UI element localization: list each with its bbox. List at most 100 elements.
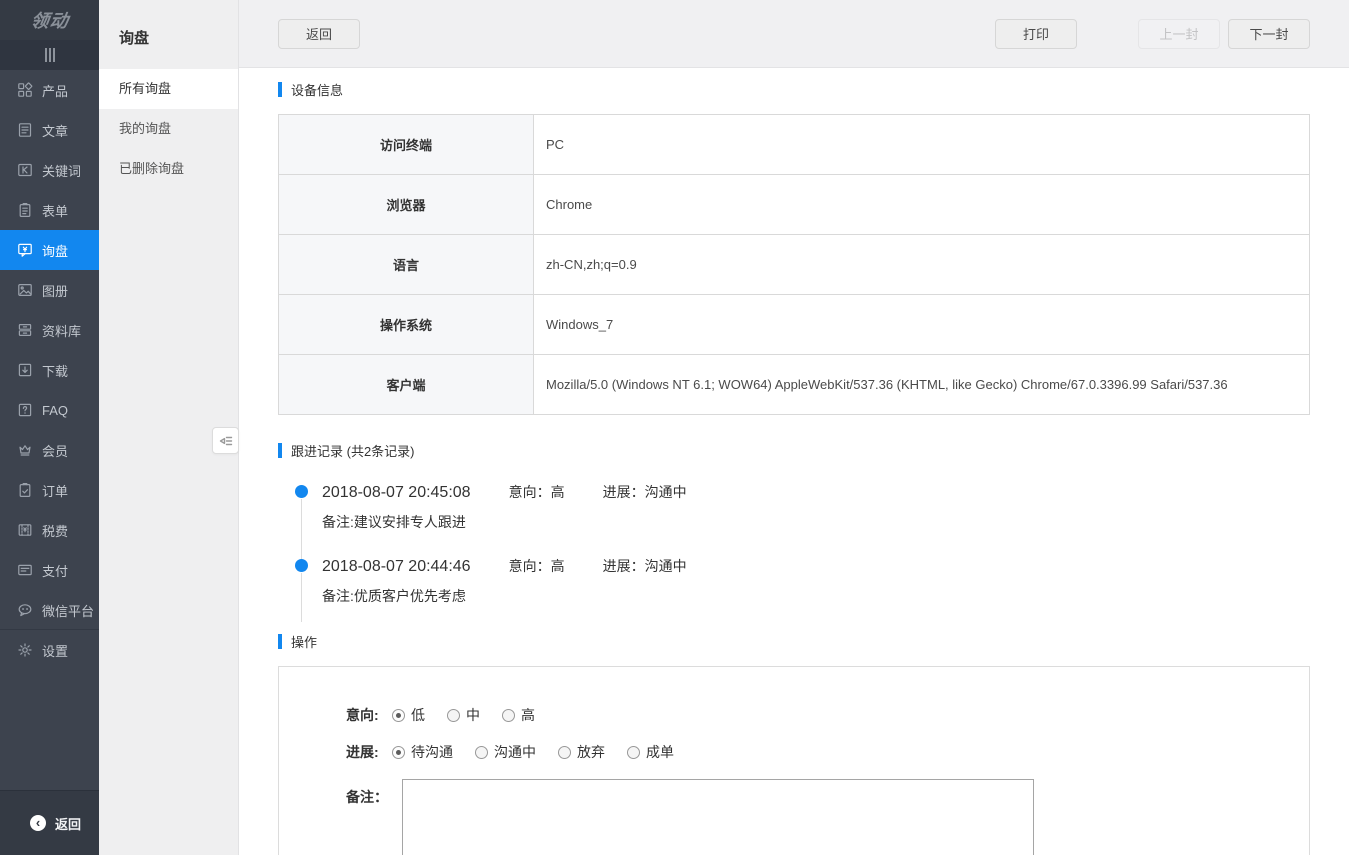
sidebar-item-label: 税费 — [42, 521, 68, 540]
radio-option-medium[interactable]: 中 — [447, 705, 480, 725]
brand-logo-text: 领动 — [29, 7, 71, 33]
sidebar-collapse-button[interactable] — [0, 40, 99, 70]
radio-selected-icon[interactable] — [392, 746, 405, 759]
brand-logo[interactable]: 领动 — [0, 0, 99, 40]
row-label: 访问终端 — [279, 115, 534, 175]
sidebar-item-settings[interactable]: 设置 — [0, 630, 99, 670]
sidebar-item-label: 关键词 — [42, 161, 81, 180]
main-area: 返回 打印 上一封 下一封 设备信息 访问终端 PC — [239, 0, 1349, 855]
radio-unselected-icon[interactable] — [558, 746, 571, 759]
record-progress: 进展：沟通中 — [603, 556, 687, 576]
radio-unselected-icon[interactable] — [627, 746, 640, 759]
radio-option-low[interactable]: 低 — [392, 705, 425, 725]
record-time: 2018-08-07 20:45:08 — [322, 484, 471, 502]
sidebar-item-inquiry[interactable]: 询盘 — [0, 230, 99, 270]
timeline-dot-icon — [295, 559, 308, 572]
radio-option-abandoned[interactable]: 放弃 — [558, 742, 605, 762]
subsidebar-item-deleted-inquiries[interactable]: 已删除询盘 — [99, 149, 238, 189]
payment-icon — [17, 562, 33, 578]
note-label: 备注： — [346, 779, 392, 807]
collapse-bars-icon — [45, 48, 55, 62]
sidebar-item-forms[interactable]: 表单 — [0, 190, 99, 230]
sidebar-item-gallery[interactable]: 图册 — [0, 270, 99, 310]
table-row: 浏览器 Chrome — [279, 175, 1310, 235]
download-icon — [17, 362, 33, 378]
row-label: 操作系统 — [279, 295, 534, 355]
sidebar-item-members[interactable]: 会员 — [0, 430, 99, 470]
intent-field-row: 意向: 低 中 高 — [346, 705, 1309, 725]
operation-section-title: 操作 — [291, 632, 317, 651]
row-value: zh-CN,zh;q=0.9 — [534, 235, 1310, 295]
sidebar-item-payment[interactable]: 支付 — [0, 550, 99, 590]
forms-icon — [17, 202, 33, 218]
keywords-icon — [17, 162, 33, 178]
radio-option-label: 成单 — [646, 742, 674, 762]
gallery-icon — [17, 282, 33, 298]
next-letter-button[interactable]: 下一封 — [1228, 19, 1310, 49]
sidebar-item-label: 支付 — [42, 561, 68, 580]
primary-sidebar: 领动 产品 文章 关键词 表单 询盘 — [0, 0, 99, 855]
sidebar-item-library[interactable]: 资料库 — [0, 310, 99, 350]
follow-up-timeline: 2018-08-07 20:45:08 意向：高 进展：沟通中 备注:建议安排专… — [295, 482, 1310, 630]
sidebar-item-products[interactable]: 产品 — [0, 70, 99, 110]
timeline-record: 2018-08-07 20:44:46 意向：高 进展：沟通中 备注:优质客户优… — [295, 556, 1310, 630]
timeline-connector — [301, 573, 302, 622]
record-header: 2018-08-07 20:45:08 意向：高 进展：沟通中 — [322, 482, 1310, 502]
intent-label: 意向: — [346, 705, 392, 725]
operation-form: 意向: 低 中 高 — [278, 666, 1310, 855]
sidebar-item-articles[interactable]: 文章 — [0, 110, 99, 150]
record-progress: 进展：沟通中 — [603, 482, 687, 502]
radio-option-pending[interactable]: 待沟通 — [392, 742, 453, 762]
members-icon — [17, 442, 33, 458]
row-value: Windows_7 — [534, 295, 1310, 355]
table-row: 客户端 Mozilla/5.0 (Windows NT 6.1; WOW64) … — [279, 355, 1310, 415]
radio-unselected-icon[interactable] — [447, 709, 460, 722]
radio-option-high[interactable]: 高 — [502, 705, 535, 725]
table-row: 语言 zh-CN,zh;q=0.9 — [279, 235, 1310, 295]
subsidebar-item-my-inquiries[interactable]: 我的询盘 — [99, 109, 238, 149]
progress-label: 进展: — [346, 742, 392, 762]
row-value: Chrome — [534, 175, 1310, 235]
back-button[interactable]: 返回 — [278, 19, 360, 49]
device-info-section-title: 设备信息 — [291, 80, 343, 99]
row-value: Mozilla/5.0 (Windows NT 6.1; WOW64) Appl… — [534, 355, 1310, 415]
panel-collapse-button[interactable] — [212, 427, 239, 454]
sidebar-back-button[interactable]: ‹ 返回 — [0, 790, 99, 855]
timeline-dot-icon — [295, 485, 308, 498]
subsidebar-item-all-inquiries[interactable]: 所有询盘 — [99, 69, 238, 109]
intent-radio-group: 低 中 高 — [392, 705, 557, 725]
orders-icon — [17, 482, 33, 498]
sidebar-item-label: 文章 — [42, 121, 68, 140]
sidebar-item-orders[interactable]: 订单 — [0, 470, 99, 510]
content-area: 设备信息 访问终端 PC 浏览器 Chrome 语言 zh-CN,zh;q=0.… — [239, 68, 1349, 855]
print-button[interactable]: 打印 — [995, 19, 1077, 49]
radio-unselected-icon[interactable] — [502, 709, 515, 722]
sidebar-item-label: 设置 — [42, 641, 68, 660]
radio-selected-icon[interactable] — [392, 709, 405, 722]
radio-option-label: 待沟通 — [411, 742, 453, 762]
secondary-sidebar-title: 询盘 — [99, 0, 238, 69]
record-note: 备注:建议安排专人跟进 — [322, 512, 1310, 532]
sidebar-item-tax[interactable]: 税费 — [0, 510, 99, 550]
sidebar-item-label: 资料库 — [42, 321, 81, 340]
radio-unselected-icon[interactable] — [475, 746, 488, 759]
app-window: 领动 产品 文章 关键词 表单 询盘 — [0, 0, 1349, 855]
row-label: 语言 — [279, 235, 534, 295]
sidebar-item-keywords[interactable]: 关键词 — [0, 150, 99, 190]
sidebar-item-label: 下载 — [42, 361, 68, 380]
previous-letter-button[interactable]: 上一封 — [1138, 19, 1220, 49]
record-header: 2018-08-07 20:44:46 意向：高 进展：沟通中 — [322, 556, 1310, 576]
secondary-sidebar: 询盘 所有询盘 我的询盘 已删除询盘 — [99, 0, 239, 855]
radio-option-closed-deal[interactable]: 成单 — [627, 742, 674, 762]
radio-option-label: 高 — [521, 705, 535, 725]
table-row: 操作系统 Windows_7 — [279, 295, 1310, 355]
sidebar-item-wechat[interactable]: 微信平台 — [0, 590, 99, 630]
device-info-table: 访问终端 PC 浏览器 Chrome 语言 zh-CN,zh;q=0.9 操作系… — [278, 114, 1310, 415]
record-time: 2018-08-07 20:44:46 — [322, 558, 471, 576]
progress-field-row: 进展: 待沟通 沟通中 放 — [346, 742, 1309, 762]
radio-option-communicating[interactable]: 沟通中 — [475, 742, 536, 762]
note-textarea[interactable] — [402, 779, 1034, 855]
sidebar-item-download[interactable]: 下载 — [0, 350, 99, 390]
row-value: PC — [534, 115, 1310, 175]
sidebar-item-faq[interactable]: FAQ — [0, 390, 99, 430]
